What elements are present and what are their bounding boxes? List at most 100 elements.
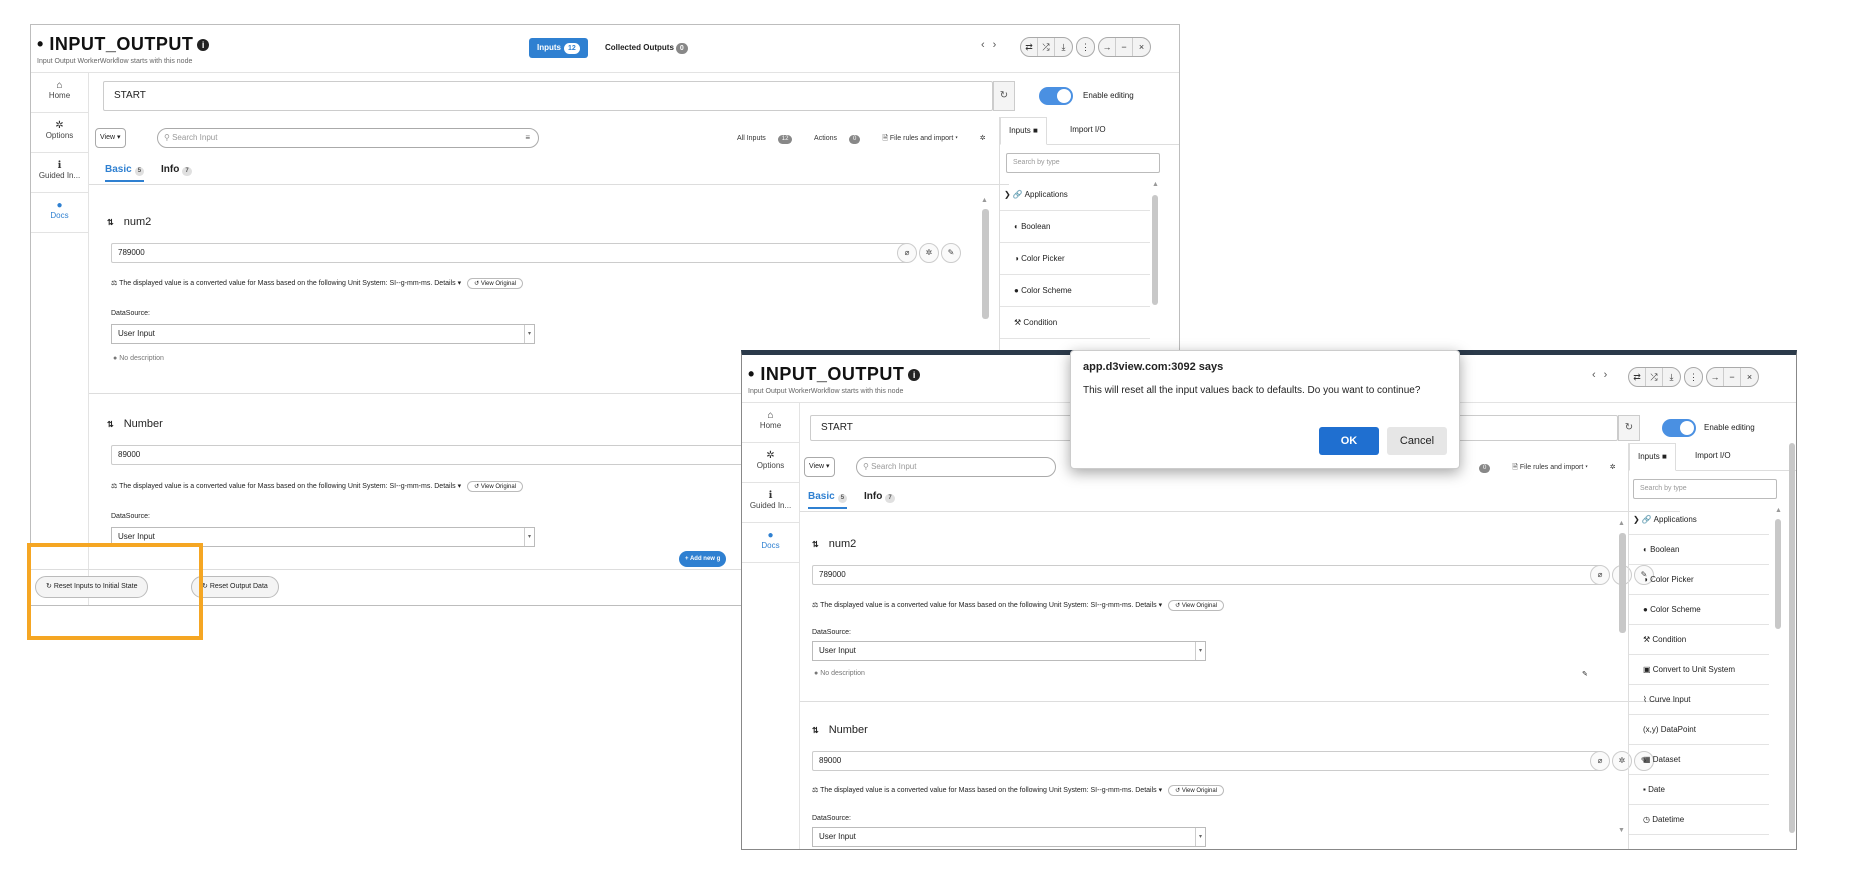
list-item[interactable]: ◑ Color Picker [1629, 565, 1769, 595]
tab-info[interactable]: Info 7 [864, 491, 895, 503]
minimize-icon[interactable]: − [1116, 38, 1133, 56]
list-item[interactable]: ● Color Scheme [1000, 275, 1150, 307]
scroll-up-icon[interactable]: ▲ [1618, 520, 1625, 527]
nav-arrows[interactable]: ‹› [981, 39, 1004, 51]
list-item[interactable]: ◐ Boolean [1629, 535, 1769, 565]
attach-icon[interactable]: ⌀ [1590, 565, 1610, 585]
list-item[interactable]: ❯ 🔗 Applications [1629, 505, 1769, 535]
list-item[interactable]: ◐ Boolean [1000, 211, 1150, 243]
scroll-up-icon[interactable]: ▲ [1775, 507, 1782, 514]
search-input[interactable]: ⚲ Search Input [856, 457, 1056, 477]
add-new-button[interactable]: + Add new g [679, 551, 727, 567]
type-scrollbar[interactable] [1775, 519, 1781, 629]
view-original-button[interactable]: ↺ View Original [1168, 600, 1225, 611]
sidebar-item-options[interactable]: ✲ Options [742, 443, 799, 483]
list-item[interactable]: ❯ 🔗 Applications [1000, 179, 1150, 211]
close-icon[interactable]: × [1741, 368, 1758, 386]
shuffle-icon[interactable]: ⤮ [1038, 38, 1055, 56]
sidebar-item-docs[interactable]: ● Docs [31, 193, 88, 233]
list-item[interactable]: ⌇ Curve Input [1629, 685, 1769, 715]
chevron-left-icon[interactable]: ‹ [1592, 369, 1604, 381]
info-icon[interactable]: i [908, 369, 921, 381]
tab-collected-outputs[interactable]: Collected Outputs 0 [605, 38, 688, 58]
gear-icon[interactable]: ✲ [919, 243, 939, 263]
nav-arrows[interactable]: ‹› [1592, 369, 1615, 381]
sidebar-item-guided[interactable]: ℹ Guided In... [742, 483, 799, 523]
list-item[interactable]: ◑ Color Picker [1000, 243, 1150, 275]
datasource-select[interactable]: User Input ▾ [812, 827, 1206, 847]
main-scrollbar[interactable] [982, 209, 989, 319]
sidebar-item-guided[interactable]: ℹ Guided In... [31, 153, 88, 193]
scroll-up-icon[interactable]: ▲ [981, 197, 988, 204]
main-scrollbar[interactable] [1619, 533, 1626, 633]
download-icon[interactable]: ⤓ [1663, 368, 1680, 386]
close-icon[interactable]: × [1133, 38, 1150, 56]
sidebar-item-home[interactable]: ⌂ Home [742, 403, 799, 443]
details-button[interactable]: Details ▾ [1135, 787, 1162, 794]
reset-output-button[interactable]: ↻ Reset Output Data [191, 576, 279, 598]
enable-editing-toggle[interactable] [1039, 87, 1073, 105]
list-item[interactable]: ▣ Convert to Unit System [1629, 655, 1769, 685]
list-item[interactable]: (x,y) DataPoint [1629, 715, 1769, 745]
view-original-button[interactable]: ↺ View Original [467, 278, 524, 289]
chevron-right-icon[interactable]: › [1604, 369, 1616, 381]
type-search-input[interactable]: Search by type [1006, 153, 1160, 173]
info-icon[interactable]: i [197, 39, 210, 51]
arrow-right-icon[interactable]: → [1099, 38, 1116, 56]
file-rules-button[interactable]: 🗎 File rules and import ▾ [882, 135, 968, 142]
list-item[interactable]: ● Color Scheme [1629, 595, 1769, 625]
scroll-up-icon[interactable]: ▲ [1152, 181, 1159, 188]
settings-icon[interactable]: ✲ [980, 135, 986, 142]
edit-icon[interactable]: ✎ [941, 243, 961, 263]
attach-icon[interactable]: ⌀ [897, 243, 917, 263]
shuffle-icon[interactable]: ⤮ [1646, 368, 1663, 386]
chevron-left-icon[interactable]: ‹ [981, 39, 993, 51]
swap-icon[interactable]: ⇄ [1021, 38, 1038, 56]
search-input[interactable]: ⚲ Search Input ≡ [157, 128, 539, 148]
arrow-right-icon[interactable]: → [1707, 368, 1724, 386]
sidebar-item-home[interactable]: ⌂ Home [31, 73, 88, 113]
refresh-icon[interactable]: ↻ [993, 81, 1015, 111]
list-item[interactable]: ◷ Datetime [1629, 805, 1769, 835]
type-search-input[interactable]: Search by type [1633, 479, 1777, 499]
view-button[interactable]: View ▾ [804, 457, 835, 477]
list-item[interactable]: ⚒ Condition [1000, 307, 1150, 339]
swap-icon[interactable]: ⇄ [1629, 368, 1646, 386]
details-button[interactable]: Details ▾ [434, 483, 461, 490]
enable-editing-toggle[interactable] [1662, 419, 1696, 437]
tab-right-inputs[interactable]: Inputs ■ [1000, 117, 1047, 145]
refresh-icon[interactable]: ↻ [1618, 415, 1640, 441]
view-original-button[interactable]: ↺ View Original [1168, 785, 1225, 796]
settings-icon[interactable]: ✲ [1610, 464, 1616, 471]
details-button[interactable]: Details ▾ [434, 280, 461, 287]
minimize-icon[interactable]: − [1724, 368, 1741, 386]
num2-value-field[interactable]: 789000 [111, 243, 909, 263]
number-value-field[interactable]: 89000 [812, 751, 1602, 771]
panel-scrollbar[interactable] [1789, 443, 1795, 833]
chevron-right-icon[interactable]: › [993, 39, 1005, 51]
tab-basic[interactable]: Basic 5 [808, 491, 848, 509]
tab-right-inputs[interactable]: Inputs ■ [1629, 443, 1676, 471]
tab-import-io[interactable]: Import I/O [1695, 451, 1731, 460]
number-value-field[interactable]: 89000 [111, 445, 771, 465]
list-item[interactable]: ⚒ Condition [1629, 625, 1769, 655]
attach-icon[interactable]: ⌀ [1590, 751, 1610, 771]
list-item[interactable]: ▦ Dataset [1629, 745, 1769, 775]
more-icon[interactable]: ⋮ [1685, 368, 1702, 386]
sidebar-item-options[interactable]: ✲ Options [31, 113, 88, 153]
download-icon[interactable]: ⤓ [1055, 38, 1072, 56]
num2-value-field[interactable]: 789000 [812, 565, 1602, 585]
cancel-button[interactable]: Cancel [1387, 427, 1447, 455]
tab-import-io[interactable]: Import I/O [1070, 125, 1106, 134]
details-button[interactable]: Details ▾ [1135, 602, 1162, 609]
sidebar-item-docs[interactable]: ● Docs [742, 523, 799, 563]
tab-inputs[interactable]: Inputs 12 [529, 38, 588, 58]
datasource-select[interactable]: User Input ▾ [812, 641, 1206, 661]
actions-button[interactable]: Actions 0 [814, 135, 870, 144]
scroll-down-icon[interactable]: ▼ [1618, 827, 1625, 834]
edit-icon[interactable]: ✎ [1582, 670, 1588, 678]
start-field[interactable]: START [103, 81, 993, 111]
type-scrollbar[interactable] [1152, 195, 1158, 305]
file-rules-button[interactable]: 🗎 File rules and import ▾ [1512, 464, 1598, 471]
view-button[interactable]: View ▾ [95, 128, 126, 148]
